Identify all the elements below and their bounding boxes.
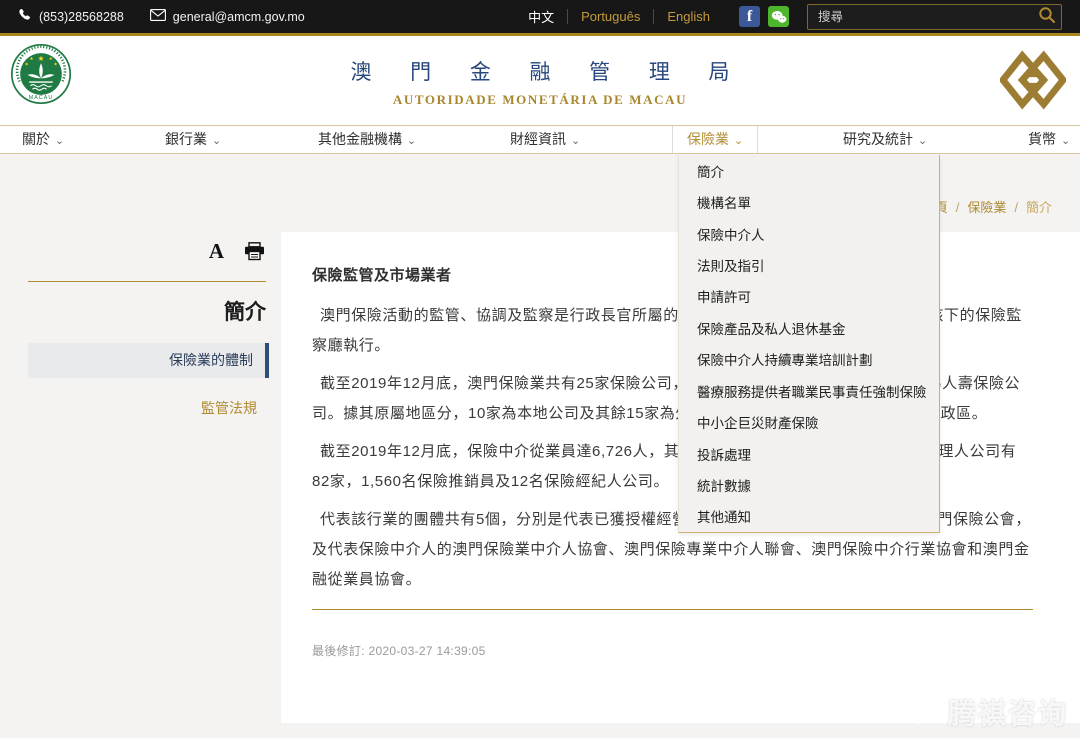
- breadcrumb-item-2: 簡介: [1026, 200, 1052, 215]
- nav-item-label: 其他金融機構: [318, 131, 402, 147]
- sidebar-divider: [28, 281, 266, 282]
- nav-item-other-financial-institutions[interactable]: 其他金融機構 ⌄: [318, 126, 416, 153]
- page: (853)28568288 general@amcm.gov.mo 中文Port…: [0, 0, 1080, 738]
- amcm-diamond-logo[interactable]: [1000, 50, 1066, 115]
- nav-item-label: 保險業: [687, 131, 729, 147]
- nav-item-label: 關於: [22, 131, 50, 147]
- chevron-down-icon: ⌄: [734, 135, 743, 147]
- dropdown-item-laws-guidelines[interactable]: 法則及指引: [679, 249, 939, 280]
- print-icon[interactable]: [244, 242, 265, 261]
- envelope-icon: [150, 9, 166, 24]
- font-size-button[interactable]: A: [209, 241, 224, 262]
- sidebar-item-regulations[interactable]: 監管法規: [28, 391, 269, 426]
- search-input[interactable]: [807, 4, 1062, 30]
- sidebar-tools: A: [28, 241, 265, 262]
- content-divider: [312, 609, 1033, 610]
- chevron-down-icon: ⌄: [918, 135, 927, 147]
- chevron-down-icon: ⌄: [407, 135, 416, 147]
- insurance-dropdown-menu: 簡介機構名單保險中介人法則及指引申請許可保險產品及私人退休基金保險中介人持續專業…: [678, 155, 940, 533]
- dropdown-item-cpd-programme[interactable]: 保險中介人持續專業培訓計劃: [679, 344, 939, 375]
- nav-item-label: 貨幣: [1028, 131, 1056, 147]
- sidebar-item-insurance-system[interactable]: 保險業的體制: [28, 343, 269, 378]
- search-icon[interactable]: [1036, 6, 1058, 28]
- nav-item-label: 銀行業: [165, 131, 207, 147]
- main-nav: 關於 ⌄ 銀行業 ⌄ 其他金融機構 ⌄ 財經資訊 ⌄ 保險業 ⌄ 研究及統計 ⌄ 貨幣 ⌄: [0, 125, 1080, 154]
- nav-item-insurance[interactable]: 保險業 ⌄: [672, 126, 758, 153]
- email-link[interactable]: general@amcm.gov.mo: [150, 9, 305, 24]
- dropdown-item-intro[interactable]: 簡介: [679, 155, 939, 186]
- wechat-icon[interactable]: [768, 6, 789, 27]
- nav-item-banking[interactable]: 銀行業 ⌄: [165, 126, 221, 153]
- nav-item-research-statistics[interactable]: 研究及統計 ⌄: [843, 126, 927, 153]
- dropdown-item-institution-list[interactable]: 機構名單: [679, 186, 939, 217]
- facebook-icon[interactable]: f: [739, 6, 760, 27]
- phone-number: (853)28568288: [18, 8, 124, 25]
- dropdown-item-application-licensing[interactable]: 申請許可: [679, 281, 939, 312]
- breadcrumb-separator: /: [1006, 200, 1026, 215]
- language-link-Português[interactable]: Português: [567, 9, 653, 24]
- nav-item-about[interactable]: 關於 ⌄: [22, 126, 64, 153]
- nav-item-label: 研究及統計: [843, 131, 913, 147]
- sidebar-heading: 簡介: [28, 296, 266, 326]
- nav-item-financial-info[interactable]: 財經資訊 ⌄: [510, 126, 580, 153]
- chevron-down-icon: ⌄: [55, 135, 64, 147]
- chevron-down-icon: ⌄: [1061, 135, 1070, 147]
- language-switcher: 中文PortuguêsEnglish: [515, 7, 723, 26]
- dropdown-item-medical-liability-insurance[interactable]: 醫療服務提供者職業民事責任強制保險: [679, 375, 939, 406]
- nav-item-currency[interactable]: 貨幣 ⌄: [1028, 126, 1070, 153]
- dropdown-item-products-pension-funds[interactable]: 保險產品及私人退休基金: [679, 312, 939, 343]
- nav-item-label: 財經資訊: [510, 131, 566, 147]
- breadcrumb-item-1[interactable]: 保險業: [967, 200, 1006, 215]
- dropdown-item-complaints[interactable]: 投訴處理: [679, 438, 939, 469]
- phone-icon: [18, 8, 32, 25]
- breadcrumb-separator: /: [948, 200, 968, 215]
- dropdown-item-statistics[interactable]: 統計數據: [679, 469, 939, 500]
- dropdown-item-insurance-intermediaries[interactable]: 保險中介人: [679, 218, 939, 249]
- last-modified: 最後修訂: 2020-03-27 14:39:05: [312, 642, 1033, 659]
- site-header: MACAU ★ ★ ★ ★ ★ 澳 門 金 融 管 理 局 AUTORIDADE…: [0, 36, 1080, 125]
- language-link-中文[interactable]: 中文: [515, 7, 567, 26]
- dropdown-item-other-notices[interactable]: 其他通知: [679, 501, 939, 532]
- dropdown-item-sme-catastrophe-insurance[interactable]: 中小企巨災財產保險: [679, 406, 939, 437]
- top-bar: (853)28568288 general@amcm.gov.mo 中文Port…: [0, 0, 1080, 36]
- chevron-down-icon: ⌄: [212, 135, 221, 147]
- search-box: [807, 4, 1062, 30]
- chevron-down-icon: ⌄: [571, 135, 580, 147]
- site-title-chinese: 澳 門 金 融 管 理 局: [0, 56, 1080, 86]
- sidebar-menu: 保險業的體制監管法規: [28, 343, 269, 439]
- site-title-portuguese: AUTORIDADE MONETÁRIA DE MACAU: [0, 92, 1080, 108]
- breadcrumb: 主頁/保險業/簡介: [922, 197, 1052, 216]
- language-link-English[interactable]: English: [653, 9, 723, 24]
